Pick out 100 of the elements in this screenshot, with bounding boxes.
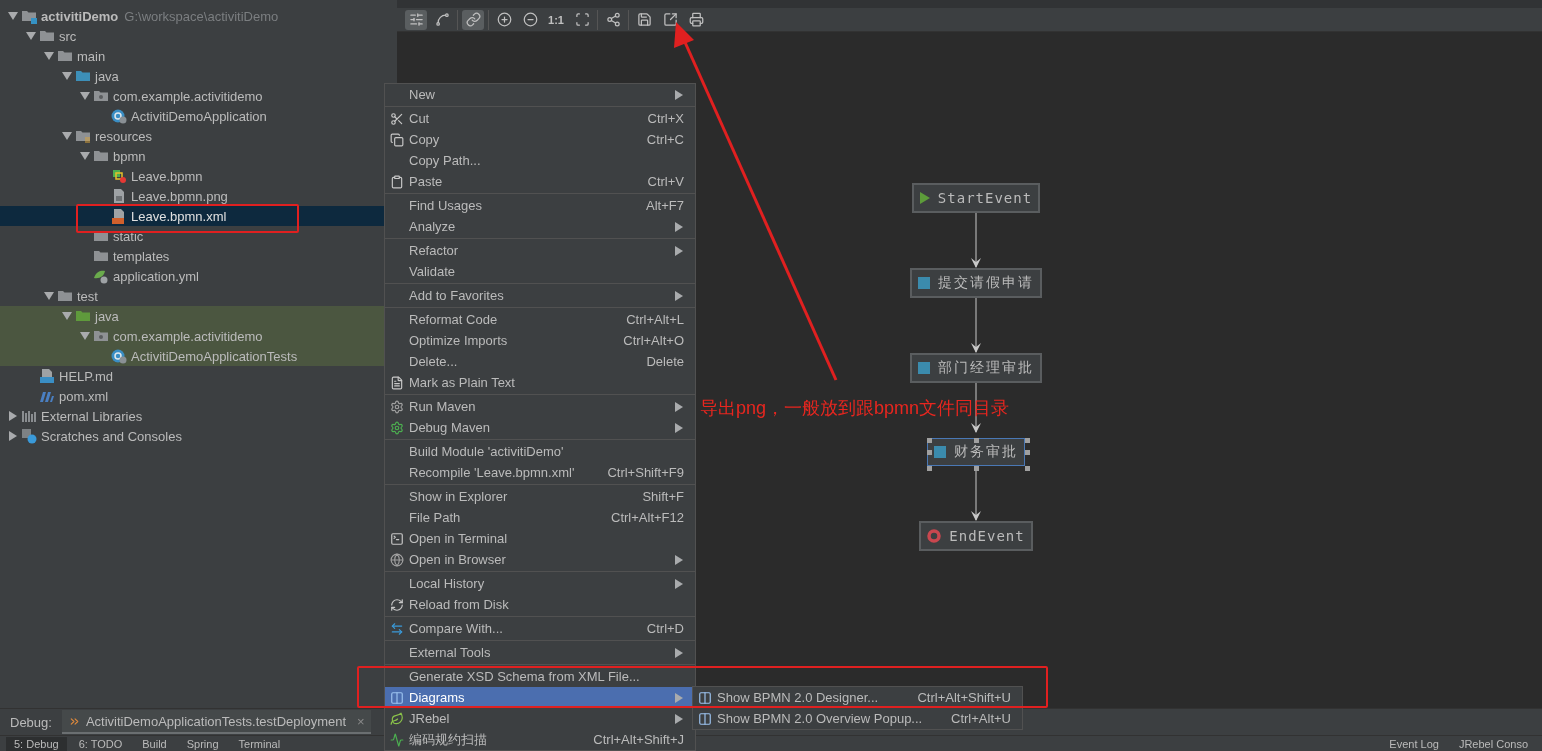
tool-window-tab[interactable]: Terminal	[230, 736, 289, 751]
menu-item[interactable]: Show BPMN 2.0 Overview Popup... Ctrl+Alt+U	[693, 708, 1022, 729]
shortcut-label: Ctrl+Alt+L	[626, 312, 684, 327]
xml-file-icon	[111, 208, 127, 224]
task-square-icon	[918, 277, 930, 289]
menu-item[interactable]: Run Maven	[385, 396, 695, 417]
expanded-arrow-icon[interactable]	[44, 51, 54, 61]
expanded-arrow-icon[interactable]	[80, 331, 90, 341]
tool-window-tab[interactable]: Spring	[178, 736, 227, 751]
menu-item[interactable]: Show in Explorer Shift+F	[385, 486, 695, 507]
tool-window-tab[interactable]: 5: Debug	[6, 736, 67, 751]
project-path: G:\workspace\activitiDemo	[124, 8, 279, 24]
package-folder-icon	[93, 328, 109, 344]
diagram-icon	[390, 690, 404, 705]
menu-item[interactable]: Recompile 'Leave.bpmn.xml' Ctrl+Shift+F9	[385, 462, 695, 483]
shortcut-label: Ctrl+Alt+O	[623, 333, 684, 348]
leaf-icon	[390, 711, 404, 726]
flow-node[interactable]: 提交请假申请	[910, 268, 1042, 298]
resize-handle[interactable]	[973, 466, 979, 471]
resize-handle[interactable]	[973, 438, 979, 443]
submenu-arrow-icon	[674, 554, 684, 565]
submenu-arrow-icon	[674, 221, 684, 232]
menu-item[interactable]: External Tools	[385, 642, 695, 663]
menu-item[interactable]: Open in Browser	[385, 549, 695, 570]
zoom-out-icon	[522, 12, 538, 27]
shortcut-label: Ctrl+Alt+Shift+J	[593, 732, 684, 747]
diagram-icon	[698, 690, 712, 705]
resources-folder-icon	[75, 128, 91, 144]
collapsed-arrow-icon[interactable]	[8, 431, 18, 441]
submenu-arrow-icon	[674, 290, 684, 301]
package-folder-icon	[93, 88, 109, 104]
toolbar-button[interactable]	[405, 9, 427, 30]
menu-item[interactable]: Show BPMN 2.0 Designer... Ctrl+Alt+Shift+U	[693, 687, 1022, 708]
resize-handle[interactable]	[1025, 438, 1030, 443]
markdown-file-icon	[39, 368, 55, 384]
compare-icon	[390, 621, 404, 636]
connector-arrow	[970, 471, 982, 521]
menu-item[interactable]: File Path Ctrl+Alt+F12	[385, 507, 695, 528]
fit-icon	[574, 12, 590, 27]
flow-node[interactable]: EndEvent	[919, 521, 1033, 551]
tool-window-tab[interactable]: 6: TODO	[70, 736, 131, 751]
shortcut-label: Delete	[646, 354, 684, 369]
expanded-arrow-icon[interactable]	[8, 11, 18, 21]
menu-item[interactable]: Open in Terminal	[385, 528, 695, 549]
tool-window-tab[interactable]: Event Log	[1381, 736, 1447, 751]
task-square-icon	[918, 362, 930, 374]
flow-node[interactable]: 部门经理审批	[910, 353, 1042, 383]
menu-item[interactable]: Add to Favorites	[385, 285, 695, 306]
shortcut-label: Shift+F	[642, 489, 684, 504]
menu-item[interactable]: Local History	[385, 573, 695, 594]
debug-tab[interactable]: ActivitiDemoApplicationTests.testDeployment ×	[61, 710, 371, 734]
gear-icon	[390, 420, 404, 435]
toolbar-button[interactable]: 1:1	[545, 9, 567, 30]
submenu-arrow-icon	[674, 401, 684, 412]
menu-item[interactable]: Compare With... Ctrl+D	[385, 618, 695, 639]
menu-item[interactable]: Diagrams	[385, 687, 695, 708]
tool-window-tab[interactable]: JRebel Conso	[1450, 736, 1536, 751]
shortcut-label: Ctrl+Alt+F12	[611, 510, 684, 525]
expanded-arrow-icon[interactable]	[44, 291, 54, 301]
end-circle-icon	[927, 529, 942, 543]
submenu-arrow-icon	[674, 422, 684, 433]
expanded-arrow-icon[interactable]	[62, 311, 72, 321]
folder-icon	[75, 308, 91, 324]
connector-arrow	[970, 213, 982, 268]
shortcut-label: Ctrl+V	[647, 174, 684, 189]
toolbar-button[interactable]	[462, 9, 484, 30]
text-file-icon	[390, 375, 404, 390]
gear-icon	[390, 399, 404, 414]
zoom-in-icon	[496, 12, 512, 27]
tool-window-tab[interactable]: Build	[134, 736, 175, 751]
save-icon	[636, 12, 652, 27]
menu-item[interactable]: 编码规约扫描 Ctrl+Alt+Shift+J	[385, 729, 695, 750]
branch-icon	[605, 12, 621, 27]
start-triangle-icon	[919, 192, 930, 204]
shortcut-label: Ctrl+Shift+F9	[607, 465, 684, 480]
expanded-arrow-icon[interactable]	[62, 71, 72, 81]
globe-icon	[390, 552, 404, 567]
resize-handle[interactable]	[1025, 466, 1030, 471]
flow-node[interactable]: 财务审批	[927, 438, 1025, 466]
scratches-icon	[21, 428, 37, 444]
libraries-icon	[21, 408, 37, 424]
expanded-arrow-icon[interactable]	[80, 151, 90, 161]
shortcut-label: Ctrl+C	[646, 132, 684, 147]
debug-label: Debug:	[10, 714, 52, 730]
diagram-icon	[698, 711, 712, 726]
terminal-icon	[390, 531, 404, 546]
scissors-icon	[390, 111, 404, 126]
collapsed-arrow-icon[interactable]	[8, 411, 18, 421]
folder-icon	[57, 288, 73, 304]
expanded-arrow-icon[interactable]	[62, 131, 72, 141]
resize-handle[interactable]	[927, 466, 932, 471]
image-file-icon	[111, 188, 127, 204]
flow-node[interactable]: StartEvent	[911, 183, 1041, 213]
resize-handle[interactable]	[927, 438, 932, 443]
menu-item[interactable]: Reload from Disk	[385, 594, 695, 615]
expanded-arrow-icon[interactable]	[26, 31, 36, 41]
expanded-arrow-icon[interactable]	[80, 91, 90, 101]
shortcut-label: Ctrl+D	[646, 621, 684, 636]
menu-item[interactable]: JRebel	[385, 708, 695, 729]
pulse-icon	[390, 732, 404, 747]
